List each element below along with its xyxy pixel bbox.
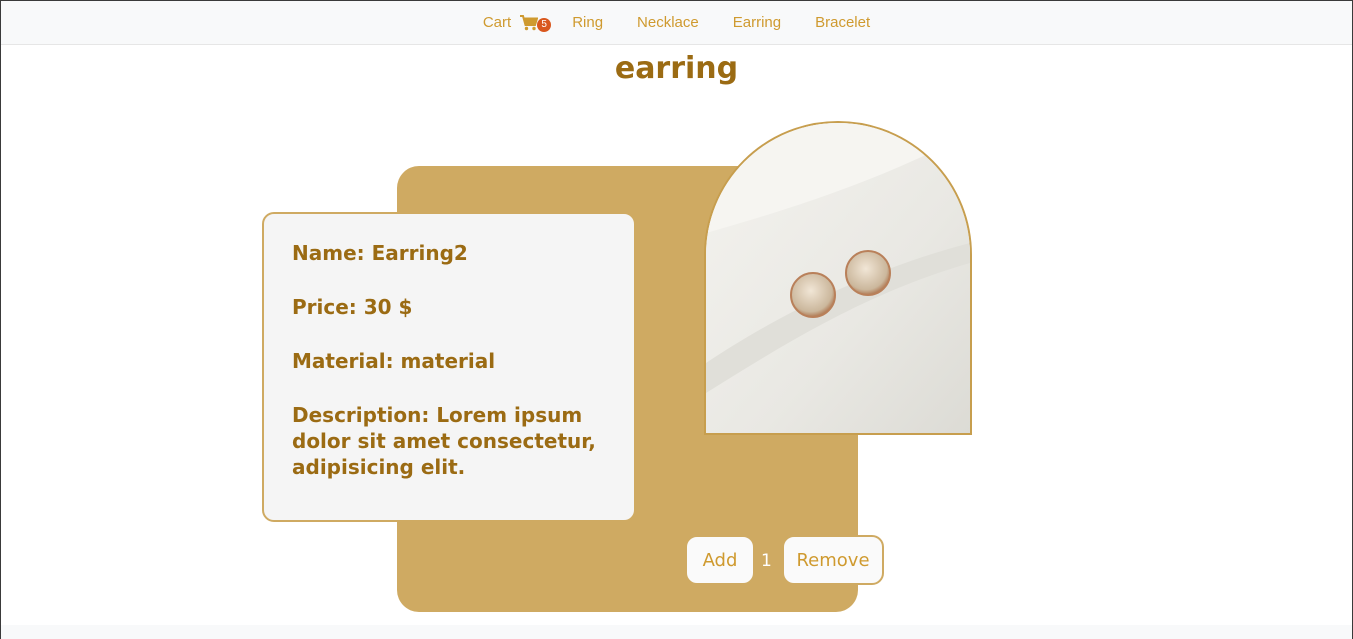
cart-label: Cart bbox=[482, 14, 512, 31]
nav-link-ring[interactable]: Ring bbox=[572, 14, 603, 31]
nav-link-bracelet[interactable]: Bracelet bbox=[815, 14, 870, 31]
nav-link-necklace[interactable]: Necklace bbox=[637, 14, 699, 31]
navbar: Cart 5 Ring Necklace Earring Bracelet bbox=[1, 1, 1352, 45]
cart-icon: 5 bbox=[520, 14, 552, 32]
nav-link-earring[interactable]: Earring bbox=[733, 14, 781, 31]
product-image bbox=[704, 121, 972, 435]
footer-strip bbox=[1, 625, 1352, 639]
cart-count-badge: 5 bbox=[537, 17, 552, 32]
remove-from-cart-button[interactable]: Remove bbox=[782, 535, 884, 585]
product-name: Name: Earring2 bbox=[292, 241, 468, 265]
add-to-cart-button[interactable]: Add bbox=[685, 535, 755, 585]
quantity-value: 1 bbox=[761, 551, 772, 571]
product-price: Price: 30 $ bbox=[292, 295, 413, 319]
product-info-card: Name: Earring2 Price: 30 $ Material: mat… bbox=[262, 212, 636, 522]
page-title: earring bbox=[614, 51, 739, 86]
nav-cart-link[interactable]: Cart 5 bbox=[482, 14, 552, 32]
product-material: Material: material bbox=[292, 349, 496, 373]
product-description: Description: Lorem ipsum dolor sit amet … bbox=[292, 403, 596, 479]
